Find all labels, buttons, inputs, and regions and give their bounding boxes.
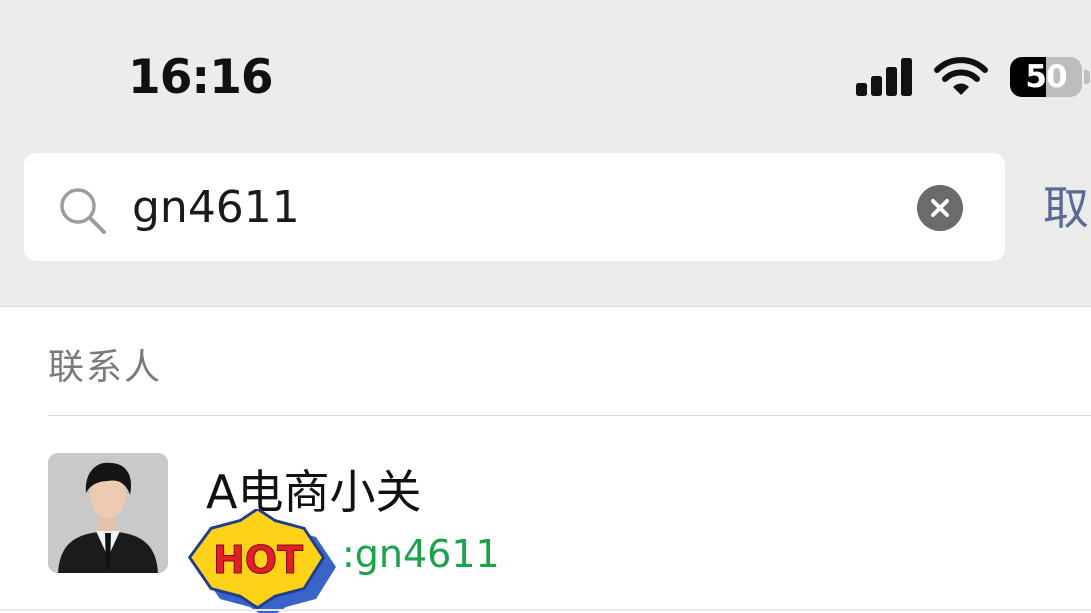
search-icon: [60, 188, 106, 234]
search-box[interactable]: [24, 153, 1005, 261]
search-input[interactable]: [132, 177, 892, 237]
search-header-area: 16:16 50 取: [0, 0, 1091, 307]
hot-badge-icon: HOT: [187, 509, 336, 613]
signal-icon: [856, 58, 912, 96]
contact-id-match: :gn4611: [342, 532, 500, 576]
battery-percent: 50: [1025, 59, 1067, 95]
status-time: 16:16: [128, 50, 274, 105]
battery-icon: 50: [1010, 57, 1082, 97]
clear-icon[interactable]: [917, 185, 963, 231]
battery-tip: [1084, 70, 1090, 84]
wifi-icon: [934, 57, 988, 95]
hot-badge-label: HOT: [213, 538, 303, 582]
avatar: [48, 453, 168, 573]
contact-result-row[interactable]: A电商小关 :gn4611 HOT: [0, 416, 1091, 613]
section-title-contacts: 联系人: [48, 347, 163, 388]
cancel-button[interactable]: 取: [1043, 178, 1089, 238]
